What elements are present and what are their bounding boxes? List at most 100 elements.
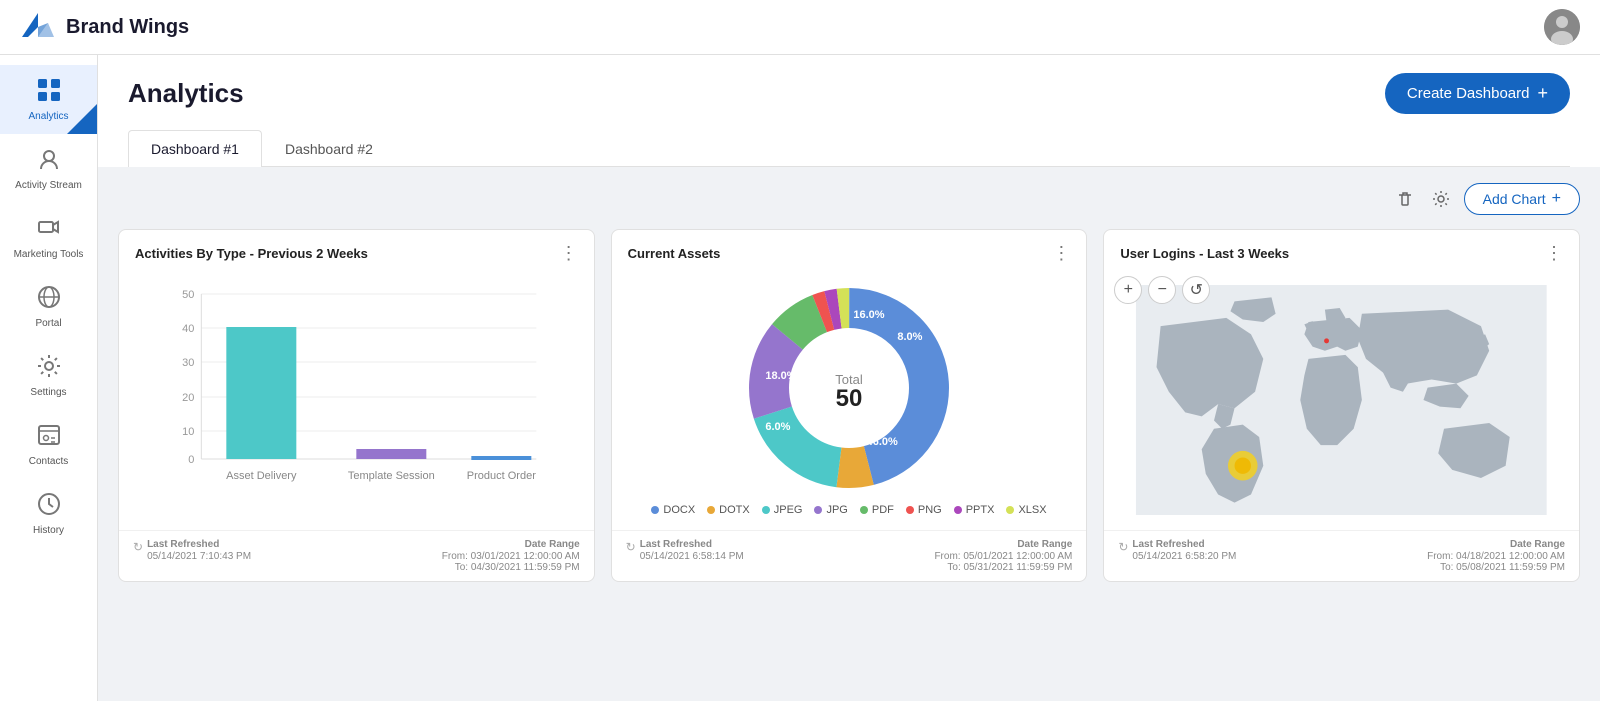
page-title: Analytics (128, 78, 244, 109)
map-range-value: From: 04/18/2021 12:00:00 AMTo: 05/08/20… (1427, 551, 1565, 573)
sidebar-item-portal[interactable]: Portal (0, 272, 97, 341)
legend-jpeg: JPEG (762, 504, 803, 516)
sidebar-item-activity[interactable]: Activity Stream (0, 134, 97, 203)
map-reset-button[interactable]: ↺ (1182, 276, 1210, 304)
plus-icon: + (1537, 83, 1548, 104)
contacts-icon (36, 422, 62, 452)
map-controls: + − ↺ (1114, 276, 1210, 304)
map-chart-header: User Logins - Last 3 Weeks ⋮ (1104, 230, 1579, 270)
donut-refreshed-value: 05/14/2021 6:58:14 PM (640, 551, 744, 562)
tab-dashboard1[interactable]: Dashboard #1 (128, 130, 262, 167)
create-dashboard-button[interactable]: Create Dashboard + (1385, 73, 1570, 114)
sidebar-item-analytics[interactable]: Analytics (0, 65, 97, 134)
bar-chart-body: 50 40 30 20 10 0 (119, 270, 594, 530)
map-chart-body: + − ↺ (1104, 270, 1579, 530)
activity-icon (36, 146, 62, 176)
svg-text:0: 0 (188, 454, 194, 466)
map-chart-footer: ↻ Last Refreshed 05/14/2021 6:58:20 PM D… (1104, 530, 1579, 581)
settings-toolbar-button[interactable] (1428, 186, 1454, 212)
map-refresh-icon[interactable]: ↻ (1118, 540, 1128, 554)
bar-product-order (471, 456, 531, 460)
donut-wrap: Total 50 8.0% 16.0% 18.0% 6.0% 46.0% (622, 270, 1077, 530)
donut-label-pdf: 8.0% (897, 331, 922, 343)
sidebar-item-marketing[interactable]: Marketing Tools (0, 203, 97, 272)
dashboard-tabs: Dashboard #1 Dashboard #2 (128, 130, 1570, 167)
bar-template-session (356, 449, 426, 459)
legend-dot-pptx (954, 506, 962, 514)
bar-chart-refresh: ↻ Last Refreshed 05/14/2021 7:10:43 PM (133, 539, 251, 573)
map-refreshed-value: 05/14/2021 6:58:20 PM (1132, 551, 1236, 562)
svg-text:10: 10 (182, 426, 194, 438)
donut-chart-footer: ↻ Last Refreshed 05/14/2021 6:58:14 PM D… (612, 530, 1087, 581)
donut-chart-header: Current Assets ⋮ (612, 230, 1087, 270)
donut-label-jpg: 16.0% (853, 309, 884, 321)
legend-label-pdf: PDF (872, 504, 894, 516)
legend-png: PNG (906, 504, 942, 516)
donut-chart-range: Date Range From: 05/01/2021 12:00:00 AMT… (934, 539, 1072, 573)
logo-area: Brand Wings (20, 9, 189, 45)
sidebar-item-history[interactable]: History (0, 479, 97, 548)
donut-chart-menu-button[interactable]: ⋮ (1052, 244, 1070, 262)
main-layout: Analytics Activity Stream Marketing Tool… (0, 55, 1600, 701)
map-refresh: ↻ Last Refreshed 05/14/2021 6:58:20 PM (1118, 539, 1236, 573)
legend-dot-dotx (707, 506, 715, 514)
map-chart-card: User Logins - Last 3 Weeks ⋮ + − ↺ (1103, 229, 1580, 582)
donut-refresh-icon[interactable]: ↻ (626, 540, 636, 554)
donut-svg: Total 50 (739, 278, 959, 498)
legend-xlsx: XLSX (1006, 504, 1046, 516)
bar-refreshed-label: Last Refreshed (147, 539, 251, 550)
sidebar: Analytics Activity Stream Marketing Tool… (0, 55, 98, 701)
bar-refreshed-value: 05/14/2021 7:10:43 PM (147, 551, 251, 562)
donut-chart-card: Current Assets ⋮ (611, 229, 1088, 582)
map-range-label: Date Range (1427, 539, 1565, 550)
content-header: Analytics Create Dashboard + Dashboard #… (98, 55, 1600, 167)
donut-svg-wrap: Total 50 8.0% 16.0% 18.0% 6.0% 46.0% (739, 278, 959, 498)
avatar[interactable] (1544, 9, 1580, 45)
map-chart-title: User Logins - Last 3 Weeks (1120, 246, 1289, 261)
sidebar-settings-label: Settings (30, 387, 66, 398)
refresh-icon[interactable]: ↻ (133, 540, 143, 554)
donut-label-docx: 46.0% (867, 436, 898, 448)
bar-chart-card: Activities By Type - Previous 2 Weeks ⋮ (118, 229, 595, 582)
donut-chart-body: Total 50 8.0% 16.0% 18.0% 6.0% 46.0% (612, 270, 1087, 530)
sidebar-history-label: History (33, 525, 64, 536)
donut-chart-title: Current Assets (628, 246, 721, 261)
bar-chart-title: Activities By Type - Previous 2 Weeks (135, 246, 368, 261)
map-chart-menu-button[interactable]: ⋮ (1545, 244, 1563, 262)
legend-label-jpeg: JPEG (774, 504, 803, 516)
settings-icon (36, 353, 62, 383)
analytics-icon (36, 77, 62, 107)
bar-asset-delivery (226, 327, 296, 459)
sidebar-contacts-label: Contacts (29, 456, 68, 467)
tab-dashboard2[interactable]: Dashboard #2 (262, 130, 396, 167)
donut-refresh: ↻ Last Refreshed 05/14/2021 6:58:14 PM (626, 539, 744, 573)
legend-label-dotx: DOTX (719, 504, 750, 516)
add-chart-button[interactable]: Add Chart + (1464, 183, 1580, 215)
legend-jpg: JPG (814, 504, 847, 516)
legend-label-docx: DOCX (663, 504, 695, 516)
svg-text:40: 40 (182, 323, 194, 335)
svg-text:50: 50 (182, 289, 194, 301)
charts-grid: Activities By Type - Previous 2 Weeks ⋮ (118, 229, 1580, 582)
legend-pptx: PPTX (954, 504, 995, 516)
map-dot-europe (1324, 338, 1329, 343)
delete-button[interactable] (1392, 186, 1418, 212)
svg-text:Product Order: Product Order (467, 470, 536, 482)
legend-label-jpg: JPG (826, 504, 847, 516)
sidebar-item-contacts[interactable]: Contacts (0, 410, 97, 479)
legend-dot-jpeg (762, 506, 770, 514)
sidebar-item-settings[interactable]: Settings (0, 341, 97, 410)
bar-range-value: From: 03/01/2021 12:00:00 AMTo: 04/30/20… (442, 551, 580, 573)
sidebar-activity-label: Activity Stream (15, 180, 82, 191)
map-zoom-in-button[interactable]: + (1114, 276, 1142, 304)
world-map-svg (1104, 285, 1579, 515)
add-chart-label: Add Chart (1483, 191, 1546, 207)
bar-chart-menu-button[interactable]: ⋮ (560, 244, 578, 262)
map-zoom-out-button[interactable]: − (1148, 276, 1176, 304)
bar-chart-footer: ↻ Last Refreshed 05/14/2021 7:10:43 PM D… (119, 530, 594, 581)
donut-refreshed-label: Last Refreshed (640, 539, 744, 550)
map-dot-southamerica-inner (1235, 458, 1251, 474)
svg-text:Asset Delivery: Asset Delivery (226, 470, 297, 482)
legend-dot-png (906, 506, 914, 514)
legend-dotx: DOTX (707, 504, 750, 516)
